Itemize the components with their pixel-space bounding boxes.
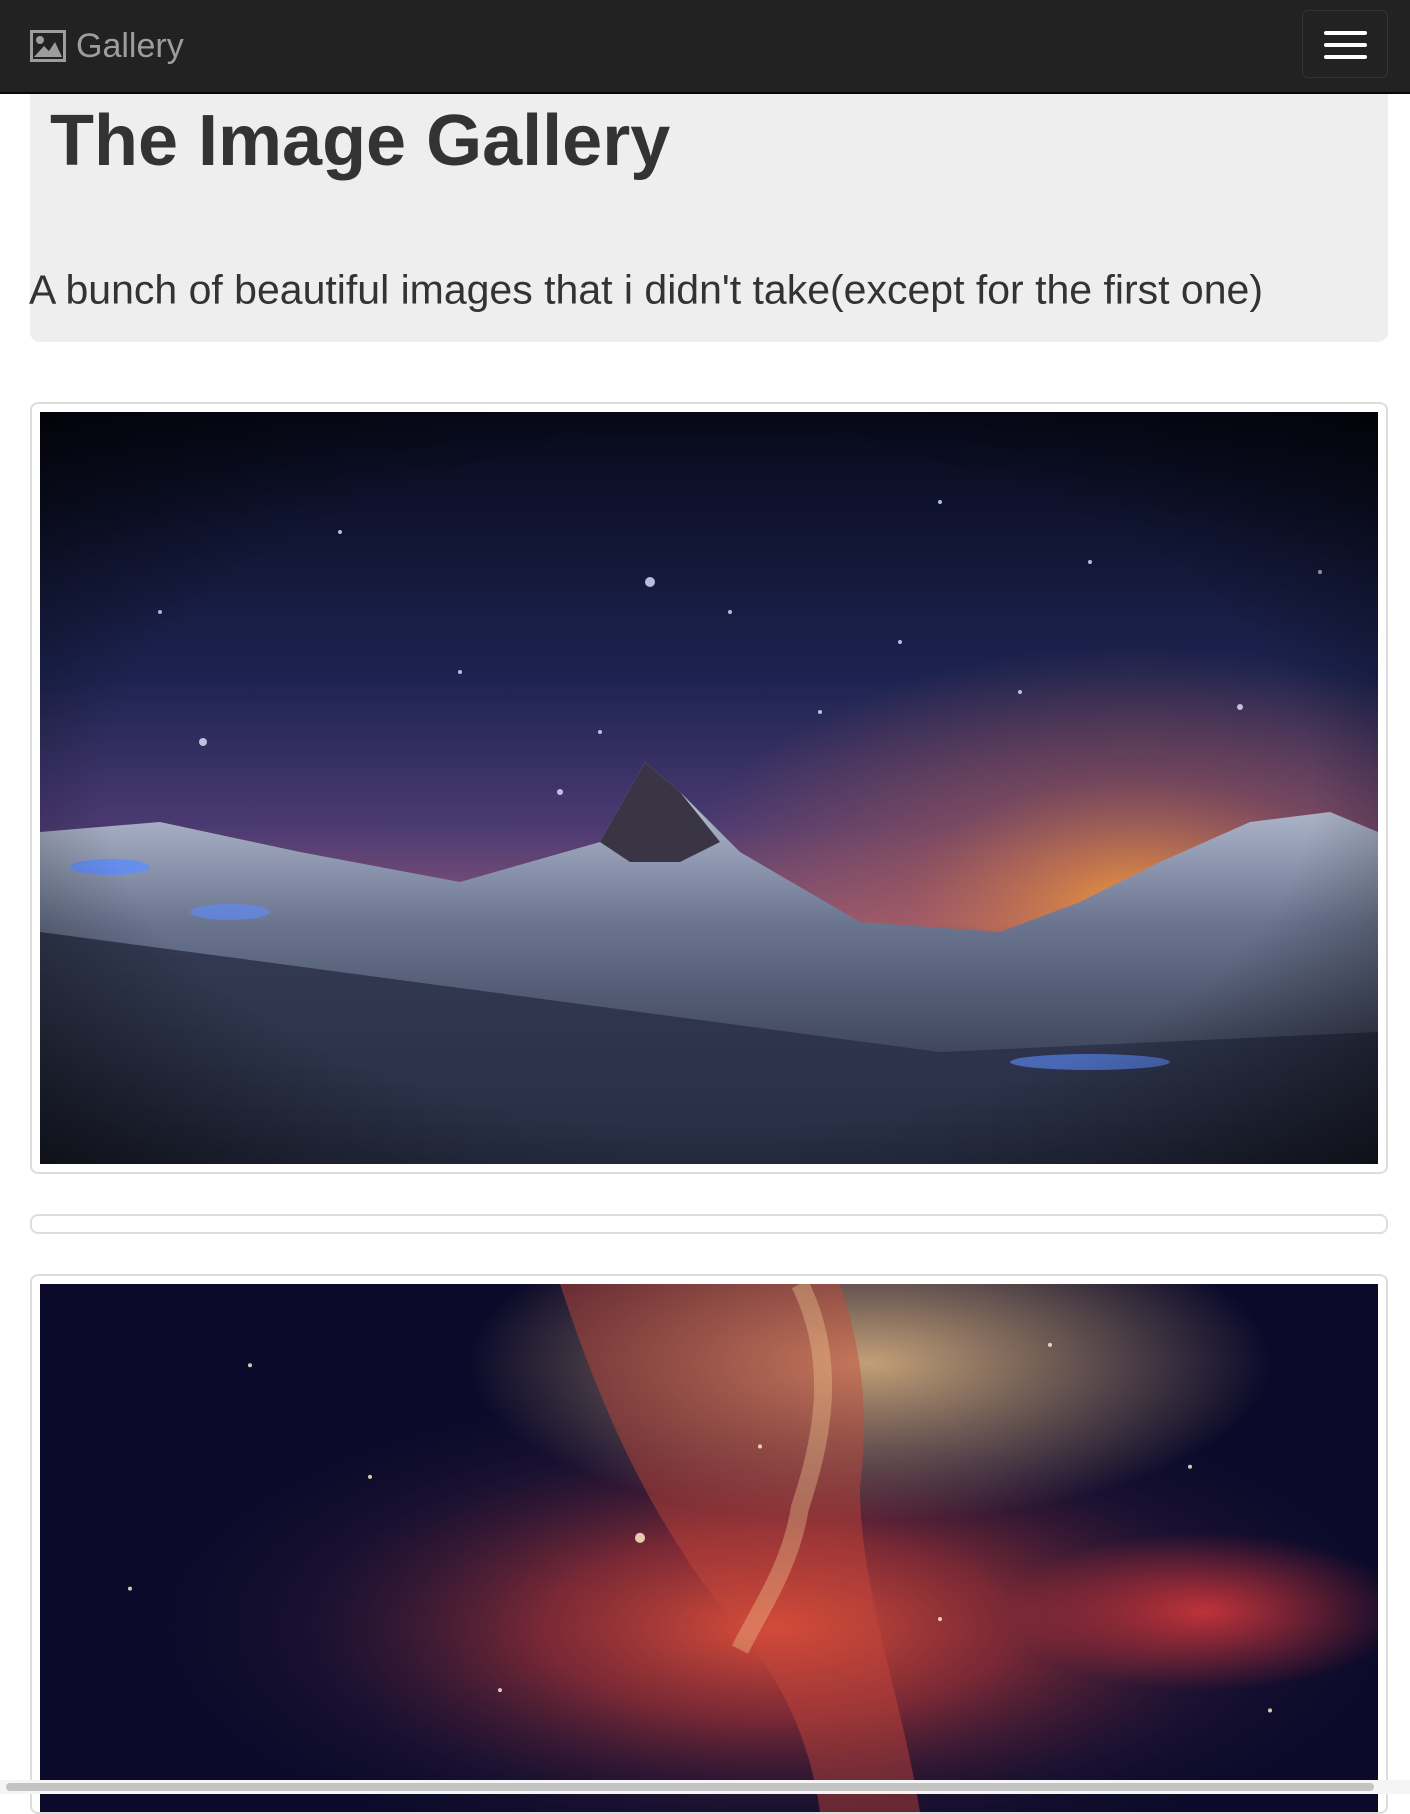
gallery-thumbnail[interactable] — [30, 1274, 1388, 1814]
gallery-image-nebula[interactable] — [40, 1284, 1378, 1812]
gallery-thumbnail-empty[interactable] — [30, 1214, 1388, 1234]
gallery-image-mountain[interactable] — [40, 412, 1378, 1164]
page-subtitle: A bunch of beautiful images that i didn'… — [29, 270, 1263, 311]
gallery-thumbnail[interactable] — [30, 402, 1388, 1174]
top-navbar: Gallery — [0, 0, 1410, 94]
scrollbar-thumb[interactable] — [6, 1783, 1374, 1791]
header-jumbotron: The Image Gallery A bunch of beautiful i… — [30, 94, 1388, 342]
navbar-brand-link[interactable]: Gallery — [30, 22, 184, 70]
brand-label: Gallery — [76, 27, 184, 66]
horizontal-scrollbar[interactable] — [0, 1780, 1410, 1794]
picture-icon — [30, 30, 66, 62]
navbar-toggle-button[interactable] — [1302, 10, 1388, 78]
page-title: The Image Gallery — [50, 98, 670, 184]
